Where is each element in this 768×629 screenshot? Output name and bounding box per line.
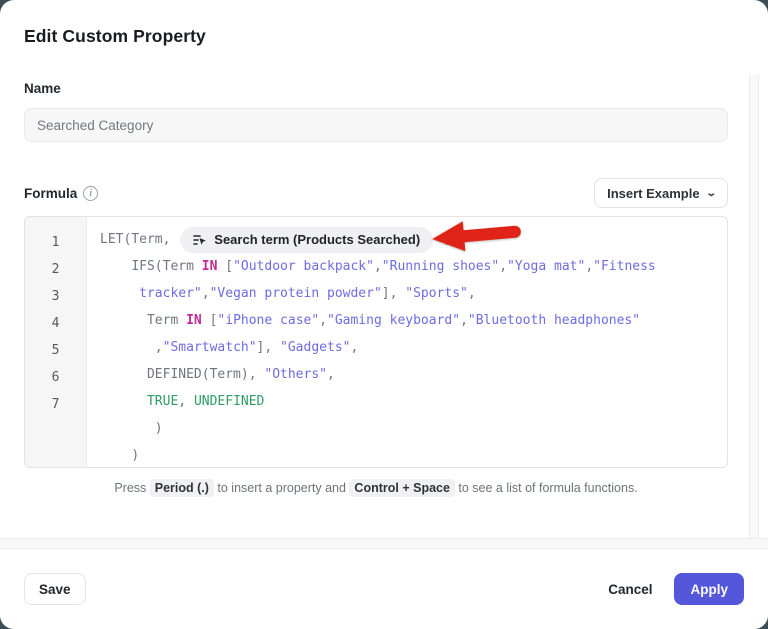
formula-section: Formula i Insert Example ⌄ 1234567 LET(T… xyxy=(0,142,768,495)
kbd-period: Period (.) xyxy=(150,479,214,497)
code-token: "Gadgets" xyxy=(280,334,350,361)
code-token: "Bluetooth headphones" xyxy=(468,307,640,334)
line-number-gutter: 1234567 xyxy=(25,217,87,467)
code-token: , xyxy=(155,334,163,361)
code-token: , xyxy=(327,361,335,388)
code-token: DEFINED(Term), xyxy=(147,361,264,388)
code-token: , xyxy=(468,280,476,307)
code-token: [ xyxy=(217,253,233,280)
code-token: IN xyxy=(186,307,202,334)
name-label: Name xyxy=(24,81,728,96)
code-token: ) xyxy=(155,415,163,442)
code-token: , xyxy=(460,307,468,334)
code-token: ) xyxy=(131,442,139,468)
editor-hint: Press Period (.) to insert a property an… xyxy=(24,481,728,495)
code-token: , xyxy=(202,280,210,307)
hint-text: Press xyxy=(114,481,149,495)
code-token: , xyxy=(435,226,451,253)
code-token: "Vegan protein powder" xyxy=(210,280,382,307)
code-line: LET(Term, Search term (Products Searched… xyxy=(100,226,727,253)
line-number: 5 xyxy=(25,337,86,364)
code-token: , xyxy=(585,253,593,280)
modal-body: Name Formula i Insert Example ⌄ 1234567 … xyxy=(0,47,768,495)
code-token: [ xyxy=(202,307,218,334)
formula-label: Formula xyxy=(24,186,77,201)
code-token: LET(Term, xyxy=(100,226,178,253)
line-number: 1 xyxy=(25,229,86,256)
edit-custom-property-modal: Edit Custom Property Name Formula i Inse… xyxy=(0,0,768,629)
insert-example-button[interactable]: Insert Example ⌄ xyxy=(594,178,728,208)
code-token: IN xyxy=(202,253,218,280)
code-line: TRUE, UNDEFINED xyxy=(100,388,727,415)
cancel-button[interactable]: Cancel xyxy=(594,573,666,605)
property-chip[interactable]: Search term (Products Searched) xyxy=(180,227,433,253)
property-chip-label: Search term (Products Searched) xyxy=(214,226,420,253)
code-token: "Others" xyxy=(264,361,327,388)
code-token: "Sports" xyxy=(405,280,468,307)
name-input[interactable] xyxy=(24,108,728,142)
horizontal-scrollbar[interactable] xyxy=(0,538,768,549)
code-line: tracker","Vegan protein powder"], "Sport… xyxy=(100,280,727,307)
hint-text: to see a list of formula functions. xyxy=(455,481,638,495)
code-token: , xyxy=(374,253,382,280)
modal-footer: Save Cancel Apply xyxy=(0,549,768,629)
code-token: Term xyxy=(147,307,186,334)
save-button[interactable]: Save xyxy=(24,573,86,605)
code-token: "Smartwatch" xyxy=(163,334,257,361)
kbd-control-space: Control + Space xyxy=(349,479,455,497)
code-line: DEFINED(Term), "Others", xyxy=(100,361,727,388)
line-number: 6 xyxy=(25,364,86,391)
code-line: ,"Smartwatch"], "Gadgets", xyxy=(100,334,727,361)
code-line: ) xyxy=(100,415,727,442)
modal-title: Edit Custom Property xyxy=(24,26,744,47)
code-token: , xyxy=(178,388,194,415)
modal-header: Edit Custom Property xyxy=(0,0,768,47)
insert-example-label: Insert Example xyxy=(607,186,700,201)
code-area[interactable]: LET(Term, Search term (Products Searched… xyxy=(87,217,727,467)
code-token: "Gaming keyboard" xyxy=(327,307,460,334)
code-token: IFS(Term xyxy=(131,253,201,280)
name-section: Name xyxy=(0,47,768,142)
chevron-down-icon: ⌄ xyxy=(705,188,717,199)
line-number: 7 xyxy=(25,391,86,418)
code-line: IFS(Term IN ["Outdoor backpack","Running… xyxy=(100,253,727,280)
code-token: ], xyxy=(257,334,280,361)
code-token: UNDEFINED xyxy=(194,388,264,415)
info-icon[interactable]: i xyxy=(83,186,98,201)
line-number: 4 xyxy=(25,310,86,337)
line-number: 3 xyxy=(25,283,86,310)
code-token: tracker" xyxy=(139,280,202,307)
code-line: Term IN ["iPhone case","Gaming keyboard"… xyxy=(100,307,727,334)
code-token: ], xyxy=(382,280,405,307)
code-token: , xyxy=(319,307,327,334)
apply-button[interactable]: Apply xyxy=(674,573,744,605)
code-token: , xyxy=(499,253,507,280)
code-token: "Fitness xyxy=(593,253,656,280)
formula-editor[interactable]: 1234567 LET(Term, Search term (Products … xyxy=(24,216,728,468)
code-token: "Running shoes" xyxy=(382,253,499,280)
code-token: "iPhone case" xyxy=(217,307,319,334)
code-token: "Outdoor backpack" xyxy=(233,253,374,280)
code-token: TRUE xyxy=(147,388,178,415)
line-number: 2 xyxy=(25,256,86,283)
code-line: ) xyxy=(100,442,727,468)
code-token: "Yoga mat" xyxy=(507,253,585,280)
property-cursor-icon xyxy=(193,233,207,247)
code-token: , xyxy=(350,334,358,361)
hint-text: to insert a property and xyxy=(214,481,350,495)
